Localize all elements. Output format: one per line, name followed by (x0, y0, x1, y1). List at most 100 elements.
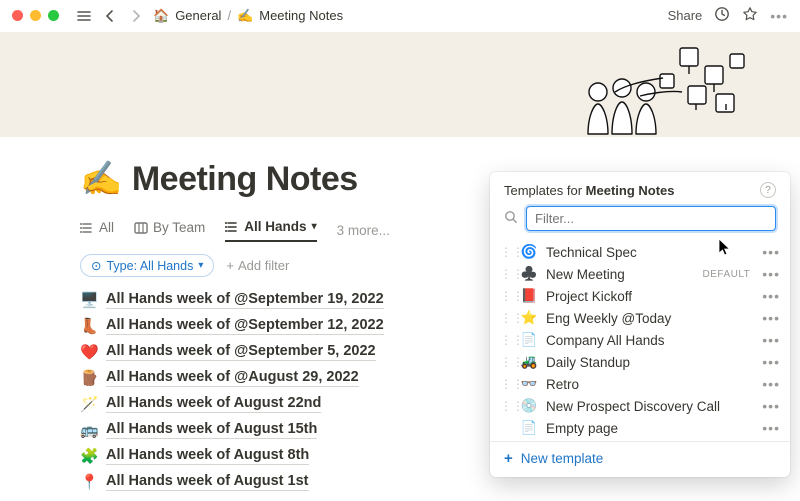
template-more-icon[interactable]: ••• (762, 398, 780, 414)
template-more-icon[interactable]: ••• (762, 266, 780, 282)
template-more-icon[interactable]: ••• (762, 310, 780, 326)
template-row[interactable]: ⋮⋮ 📄 Company All Hands ••• (490, 329, 790, 351)
search-icon (504, 210, 518, 227)
plus-icon: + (226, 258, 234, 273)
template-more-icon[interactable]: ••• (762, 332, 780, 348)
titlebar: 🏠 General / ✍️ Meeting Notes Share ••• (0, 0, 800, 32)
template-name: Eng Weekly @Today (546, 311, 754, 326)
template-icon: 🚜 (520, 354, 538, 370)
template-row[interactable]: ⋮⋮ 👓 Retro ••• (490, 373, 790, 395)
list-item-icon: 📍 (80, 473, 98, 491)
list-item-title: All Hands week of August 15th (106, 421, 317, 439)
drag-handle-icon[interactable]: ⋮⋮ (500, 267, 512, 281)
maximize-window-button[interactable] (48, 10, 59, 21)
new-template-button[interactable]: + New template (490, 441, 790, 473)
tabs-more[interactable]: 3 more... (337, 223, 390, 238)
list-item-icon: 🪵 (80, 369, 98, 387)
target-icon: ⊙ (91, 258, 101, 273)
filter-pill-type[interactable]: ⊙ Type: All Hands ▾ (80, 254, 214, 277)
template-icon: 📄 (520, 420, 538, 436)
template-icon: 💿 (520, 398, 538, 414)
tab-by-team[interactable]: By Team (134, 220, 205, 241)
template-row[interactable]: ⋮⋮ 💿 New Prospect Discovery Call ••• (490, 395, 790, 417)
templates-panel: Templates for Meeting Notes ? ⋮⋮🌀Technic… (490, 172, 790, 477)
template-name: New Meeting (546, 267, 695, 282)
template-row[interactable]: ⋮⋮⭐Eng Weekly @Today••• (490, 307, 790, 329)
drag-handle-icon[interactable]: ⋮⋮ (500, 289, 512, 303)
drag-handle-icon[interactable]: ⋮⋮ (500, 311, 512, 325)
drag-handle-icon[interactable]: ⋮⋮ (500, 333, 512, 347)
list-item-icon: 🪄 (80, 395, 98, 413)
tab-by-team-label: By Team (153, 220, 205, 235)
list-item-title: All Hands week of @September 5, 2022 (106, 343, 376, 361)
list-item-title: All Hands week of August 22nd (106, 395, 321, 413)
page-title-text[interactable]: Meeting Notes (132, 160, 358, 199)
hamburger-menu-icon[interactable] (75, 7, 93, 25)
drag-handle-icon[interactable]: ⋮⋮ (500, 399, 512, 413)
templates-filter-input[interactable] (526, 206, 776, 231)
template-row[interactable]: ⋮⋮ 📕 Project Kickoff ••• (490, 285, 790, 307)
favorite-icon[interactable] (742, 6, 758, 25)
list-item-title: All Hands week of August 8th (106, 447, 309, 465)
tab-all-label: All (99, 220, 114, 235)
forward-button[interactable] (127, 7, 145, 25)
tab-all-hands[interactable]: All Hands ▾ (225, 219, 316, 242)
page-icon[interactable]: ✍️ (80, 159, 122, 199)
template-name: Retro (546, 377, 754, 392)
drag-handle-icon[interactable]: ⋮⋮ (500, 355, 512, 369)
template-row[interactable]: ⋮⋮ 🌀 Technical Spec ••• (490, 241, 790, 263)
minimize-window-button[interactable] (30, 10, 41, 21)
list-item-icon: 🖥️ (80, 291, 98, 309)
breadcrumb: 🏠 General / ✍️ Meeting Notes (153, 8, 343, 24)
close-window-button[interactable] (12, 10, 23, 21)
add-filter-label: Add filter (238, 258, 289, 273)
add-filter-button[interactable]: + Add filter (226, 258, 289, 273)
chevron-down-icon: ▾ (312, 221, 317, 232)
template-more-icon[interactable]: ••• (762, 244, 780, 260)
filter-pill-label: Type: All Hands (106, 259, 193, 273)
template-more-icon[interactable]: ••• (762, 354, 780, 370)
drag-handle-icon[interactable]: ⋮⋮ (500, 245, 512, 259)
tab-all[interactable]: All (80, 220, 114, 241)
breadcrumb-parent[interactable]: General (175, 8, 221, 23)
breadcrumb-parent-icon: 🏠 (153, 8, 169, 24)
template-icon: 📕 (520, 288, 538, 304)
template-row[interactable]: ⋮⋮ 🚜 Daily Standup ••• (490, 351, 790, 373)
share-button[interactable]: Share (668, 8, 703, 23)
template-icon: 👓 (520, 376, 538, 392)
list-item-title: All Hands week of @September 12, 2022 (106, 317, 384, 335)
template-name: Technical Spec (546, 245, 754, 260)
list-icon (80, 221, 94, 235)
board-icon (134, 221, 148, 235)
template-name: Project Kickoff (546, 289, 754, 304)
template-more-icon[interactable]: ••• (762, 420, 780, 436)
breadcrumb-child[interactable]: Meeting Notes (259, 8, 343, 23)
back-button[interactable] (101, 7, 119, 25)
template-row[interactable]: ⋮⋮ ♣️ New Meeting DEFAULT ••• (490, 263, 790, 285)
template-more-icon[interactable]: ••• (762, 288, 780, 304)
template-more-icon[interactable]: ••• (762, 376, 780, 392)
list-item-icon: 🧩 (80, 447, 98, 465)
template-row[interactable]: 📄 Empty page ••• (490, 417, 790, 439)
chevron-down-icon: ▾ (198, 260, 203, 271)
template-name: New Prospect Discovery Call (546, 399, 754, 414)
template-name: Empty page (546, 421, 754, 436)
cover-illustration (540, 36, 760, 137)
list-item-icon: 👢 (80, 317, 98, 335)
updates-icon[interactable] (714, 6, 730, 25)
page-more-icon[interactable]: ••• (770, 8, 788, 24)
default-badge: DEFAULT (703, 269, 751, 280)
help-icon[interactable]: ? (760, 182, 776, 198)
template-icon: 🌀 (520, 244, 538, 260)
template-name: Company All Hands (546, 333, 754, 348)
template-name: Daily Standup (546, 355, 754, 370)
template-icon: ♣️ (520, 266, 538, 282)
breadcrumb-separator: / (227, 8, 231, 23)
new-template-label: New template (521, 451, 604, 466)
list-item-title: All Hands week of August 1st (106, 473, 309, 491)
list-item-title: All Hands week of @August 29, 2022 (106, 369, 359, 387)
drag-handle-icon[interactable]: ⋮⋮ (500, 377, 512, 391)
list-icon (225, 220, 239, 234)
list-item-title: All Hands week of @September 19, 2022 (106, 291, 384, 309)
template-icon: 📄 (520, 332, 538, 348)
